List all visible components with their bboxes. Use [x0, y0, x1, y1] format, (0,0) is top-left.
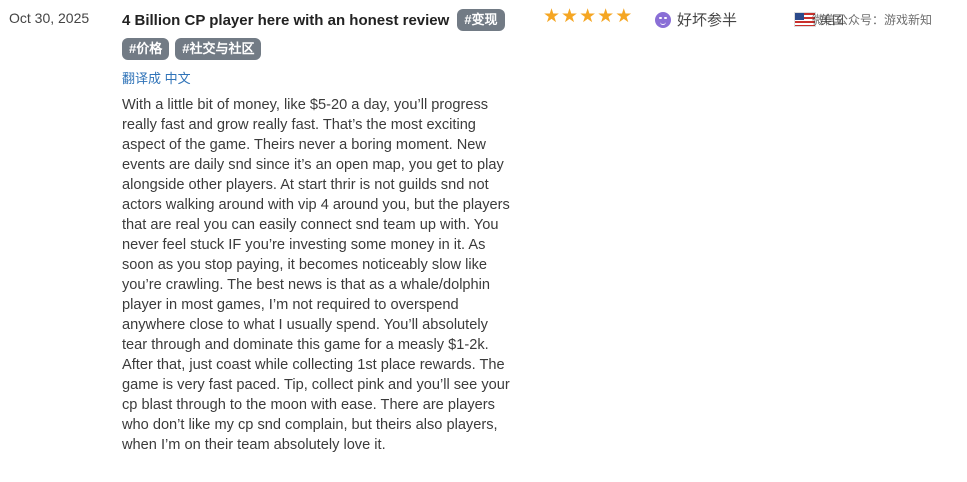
star-icon: ★	[579, 6, 597, 27]
watermark: 微信公众号：游戏新知	[812, 13, 933, 27]
mixed-sentiment-icon	[655, 11, 671, 28]
star-icon: ★	[615, 6, 633, 27]
star-icon: ★	[543, 6, 561, 27]
review-main: 4 Billion CP player here with an honest …	[122, 9, 532, 455]
sentiment-label: 好坏参半	[677, 12, 738, 29]
review-title: 4 Billion CP player here with an honest …	[122, 11, 450, 29]
review-date: Oct 30, 2025	[9, 10, 90, 26]
title-row: 4 Billion CP player here with an honest …	[122, 9, 532, 31]
sentiment: 好坏参半	[655, 9, 737, 30]
tag-price[interactable]: #价格	[122, 38, 170, 60]
review-body: With a little bit of money, like $5-20 a…	[122, 97, 510, 453]
star-rating: ★ ★ ★ ★ ★	[543, 7, 632, 27]
star-icon: ★	[561, 6, 579, 27]
translate-link[interactable]: 翻译成 中文	[122, 68, 532, 87]
tag-social[interactable]: #社交与社区	[175, 38, 262, 60]
tag-monetization[interactable]: #变现	[457, 9, 505, 31]
star-icon: ★	[597, 6, 615, 27]
tag-row: #价格 #社交与社区	[122, 38, 532, 60]
